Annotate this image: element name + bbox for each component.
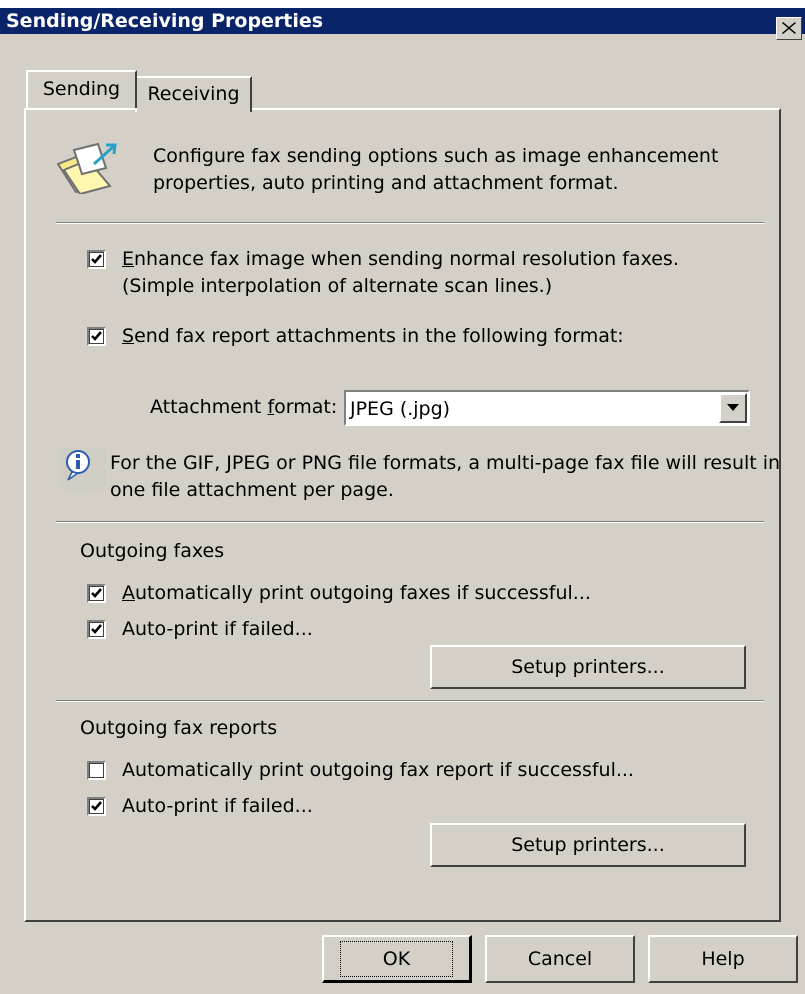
outgoing-faxes-auto-print-text: utomatically print outgoing faxes if suc…: [135, 582, 591, 604]
ok-button[interactable]: OK: [322, 935, 472, 983]
tab-sending[interactable]: Sending: [26, 70, 137, 108]
outgoing-faxes-heading: Outgoing faxes: [80, 540, 225, 562]
send-report-checkbox[interactable]: [87, 327, 106, 346]
tab-receiving[interactable]: Receiving: [135, 76, 252, 112]
help-button[interactable]: Help: [648, 935, 798, 983]
info-text: For the GIF, JPEG or PNG file formats, a…: [110, 450, 780, 504]
outgoing-reports-heading: Outgoing fax reports: [80, 717, 278, 739]
ok-button-label: OK: [339, 941, 454, 977]
intro-text: Configure fax sending options such as im…: [153, 143, 718, 197]
attachment-format-select[interactable]: JPEG (.jpg): [344, 390, 750, 426]
outgoing-faxes-setup-printers-button[interactable]: Setup printers...: [430, 645, 746, 689]
send-report-label[interactable]: Send fax report attachments in the follo…: [122, 323, 624, 350]
outgoing-reports-auto-print-failed-checkbox[interactable]: [87, 797, 106, 816]
outgoing-reports-setup-printers-button[interactable]: Setup printers...: [430, 823, 746, 867]
attachment-label-post: ormat:: [274, 396, 338, 418]
outgoing-reports-auto-print-failed-label[interactable]: Auto-print if failed...: [122, 793, 313, 820]
attachment-format-label: Attachment format:: [150, 394, 337, 421]
enhance-checkbox[interactable]: [87, 250, 106, 269]
intro-line-2: properties, auto printing and attachment…: [153, 172, 619, 194]
divider-lower: [56, 700, 764, 702]
send-report-label-text: end fax report attachments in the follow…: [134, 325, 624, 347]
outgoing-faxes-auto-print-label[interactable]: Automatically print outgoing faxes if su…: [122, 580, 591, 607]
attachment-label-pre: Attachment: [150, 396, 268, 418]
outgoing-reports-auto-print-label[interactable]: Automatically print outgoing fax report …: [122, 757, 634, 784]
divider-middle: [56, 521, 764, 523]
intro-line-1: Configure fax sending options such as im…: [153, 145, 719, 167]
attachment-format-dropdown-button[interactable]: [719, 393, 747, 423]
fax-folder-icon: [56, 142, 117, 194]
enhance-label-text: nhance fax image when sending normal res…: [134, 248, 679, 270]
outgoing-faxes-auto-print-failed-label[interactable]: Auto-print if failed...: [122, 616, 313, 643]
info-line-2: one file attachment per page.: [110, 479, 394, 501]
cancel-button[interactable]: Cancel: [485, 935, 635, 983]
chevron-down-icon: [727, 404, 739, 411]
info-icon: [60, 448, 106, 490]
close-button[interactable]: [776, 17, 802, 40]
window-title: Sending/Receiving Properties: [6, 10, 324, 32]
enhance-label[interactable]: Enhance fax image when sending normal re…: [122, 246, 679, 300]
close-icon: [782, 22, 796, 34]
divider-top: [56, 222, 764, 224]
outgoing-faxes-auto-print-failed-checkbox[interactable]: [87, 620, 106, 639]
title-bar[interactable]: Sending/Receiving Properties: [0, 0, 805, 40]
enhance-mnemonic: E: [122, 248, 135, 270]
info-line-1: For the GIF, JPEG or PNG file formats, a…: [110, 452, 781, 474]
attachment-format-value: JPEG (.jpg): [350, 398, 451, 420]
send-report-mnemonic: S: [122, 325, 135, 347]
outgoing-reports-auto-print-checkbox[interactable]: [87, 761, 106, 780]
enhance-sublabel: (Simple interpolation of alternate scan …: [122, 275, 553, 297]
outgoing-faxes-auto-print-checkbox[interactable]: [87, 584, 106, 603]
outgoing-faxes-mnemonic: A: [122, 582, 135, 604]
